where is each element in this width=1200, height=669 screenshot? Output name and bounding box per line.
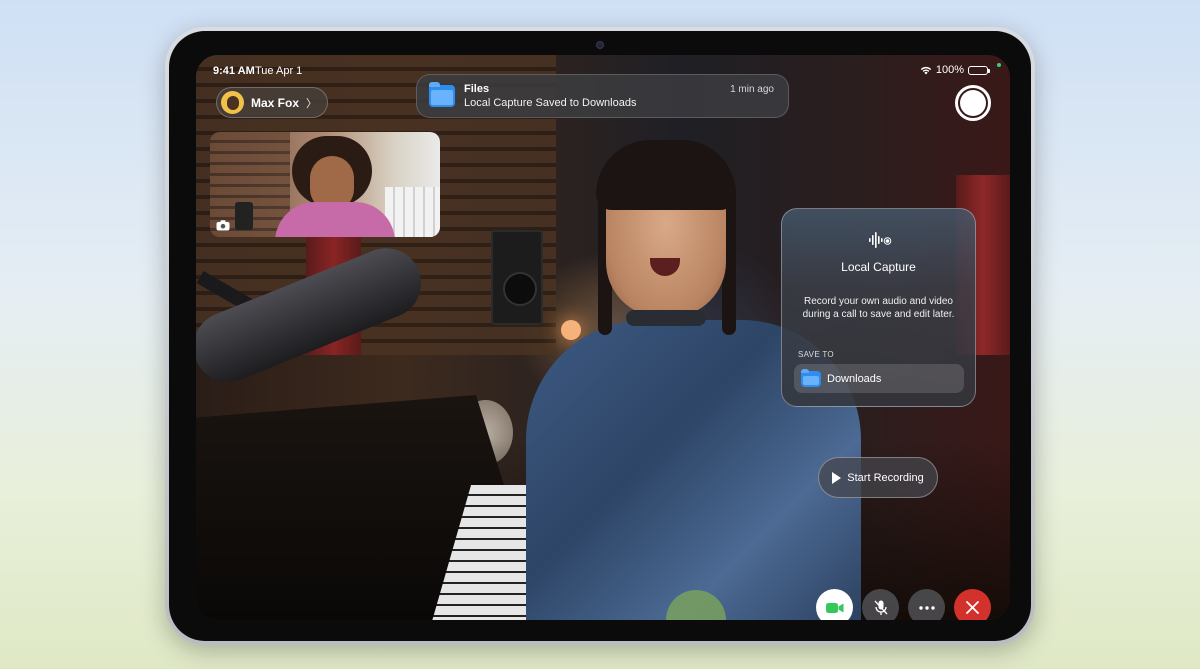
wifi-icon xyxy=(920,66,932,75)
files-notification[interactable]: Files Local Capture Saved to Downloads 1… xyxy=(416,74,789,118)
status-right: 100% xyxy=(920,64,990,76)
save-to-destination: Downloads xyxy=(827,372,882,385)
live-photo-shutter-button[interactable] xyxy=(955,85,991,121)
folder-icon xyxy=(801,368,821,387)
mute-button[interactable] xyxy=(862,589,899,620)
pip-person-hoodie xyxy=(275,202,395,237)
self-view-pip[interactable] xyxy=(210,132,440,237)
ipad-bezel: 9:41 AM Tue Apr 1 100% Max Fox 〉 Files L… xyxy=(169,31,1031,641)
start-recording-label: Start Recording xyxy=(847,471,924,484)
ipad-device: 9:41 AM Tue Apr 1 100% Max Fox 〉 Files L… xyxy=(165,27,1035,645)
start-recording-button[interactable]: Start Recording xyxy=(818,457,938,498)
notification-app-name: Files xyxy=(464,83,490,95)
pip-speaker xyxy=(235,202,253,230)
chevron-right-icon: 〉 xyxy=(306,97,318,110)
local-capture-description: Record your own audio and video during a… xyxy=(802,296,955,320)
singer-hair xyxy=(596,140,736,210)
waveform-icon xyxy=(868,231,892,249)
close-icon xyxy=(966,601,979,614)
caller-name-button[interactable]: Max Fox 〉 xyxy=(216,87,329,118)
status-time: 9:41 AM xyxy=(213,65,255,77)
battery-percent: 100% xyxy=(935,64,964,76)
local-capture-title: Local Capture xyxy=(841,260,916,274)
battery-icon xyxy=(968,65,990,75)
avatar xyxy=(221,91,244,114)
video-camera-icon xyxy=(825,602,844,614)
video-toggle-button[interactable] xyxy=(816,589,853,620)
status-date: Tue Apr 1 xyxy=(255,65,303,77)
notification-message: Local Capture Saved to Downloads xyxy=(464,97,637,109)
call-controls xyxy=(816,589,991,620)
facetime-screen: 9:41 AM Tue Apr 1 100% Max Fox 〉 Files L… xyxy=(196,55,1010,620)
end-call-button[interactable] xyxy=(954,589,991,620)
save-to-label: SAVE TO xyxy=(798,350,834,359)
singer-collar xyxy=(626,310,706,326)
notification-text: Files Local Capture Saved to Downloads xyxy=(464,82,774,110)
ellipsis-icon xyxy=(918,605,935,610)
camera-flip-icon[interactable] xyxy=(216,220,230,231)
shutter-inner xyxy=(960,90,986,116)
camera-in-use-indicator xyxy=(997,63,1001,67)
lamp xyxy=(561,320,581,340)
play-icon xyxy=(832,471,842,484)
save-to-destination-button[interactable]: Downloads xyxy=(794,364,964,393)
microphone-slash-icon xyxy=(874,600,888,616)
front-camera xyxy=(596,41,604,49)
local-capture-panel: Local Capture Record your own audio and … xyxy=(781,208,976,407)
more-options-button[interactable] xyxy=(908,589,945,620)
folder-icon xyxy=(429,82,455,107)
studio-speaker xyxy=(491,230,543,325)
notification-time: 1 min ago xyxy=(730,84,774,95)
caller-name: Max Fox xyxy=(251,95,300,110)
